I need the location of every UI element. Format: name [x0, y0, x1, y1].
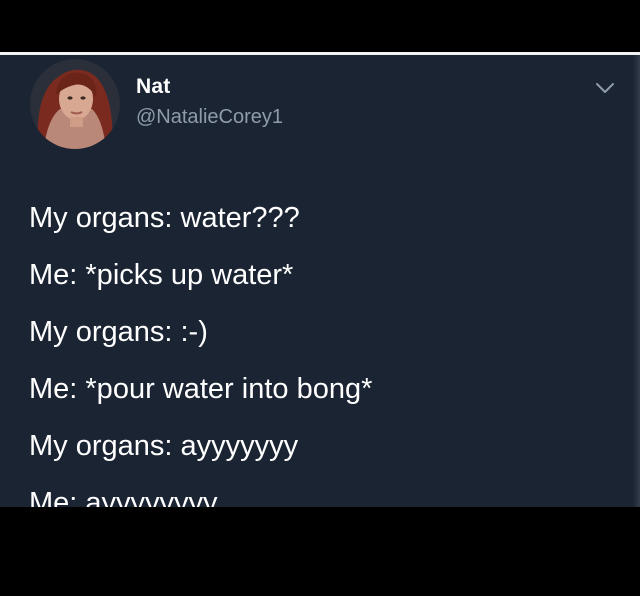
- tweet-text: My organs: water??? Me: *picks up water*…: [29, 190, 629, 507]
- user-handle[interactable]: @NatalieCorey1: [136, 106, 283, 129]
- tweet-line: Me: *pour water into bong*: [29, 373, 373, 405]
- avatar-image: [30, 59, 120, 149]
- scrollbar[interactable]: [633, 55, 640, 507]
- chevron-down-icon[interactable]: [594, 81, 616, 95]
- tweet-line: My organs: water???: [29, 202, 300, 234]
- tweet-card: Nat @NatalieCorey1 My organs: water??? M…: [0, 55, 640, 507]
- tweet-line: My organs: :-): [29, 316, 208, 348]
- screenshot-frame: Nat @NatalieCorey1 My organs: water??? M…: [0, 0, 640, 596]
- avatar[interactable]: [30, 59, 120, 149]
- tweet-line: My organs: ayyyyyyy: [29, 430, 299, 462]
- tweet-line: Me: ayyyyyyyy: [29, 487, 218, 507]
- tweet-line: Me: *picks up water*: [29, 259, 294, 291]
- display-name[interactable]: Nat: [136, 75, 170, 99]
